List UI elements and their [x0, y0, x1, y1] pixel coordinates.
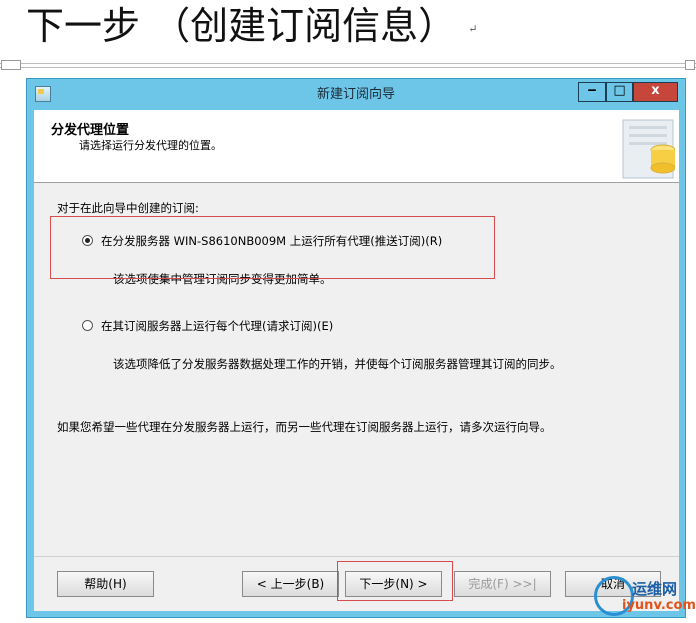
intro-text: 对于在此向导中创建的订阅:	[57, 201, 199, 215]
document-heading-text: 下一步 （创建订阅信息）	[26, 4, 457, 48]
wizard-client-area: 分发代理位置 请选择运行分发代理的位置。 对于在此向导中创建的订阅: 在分发服务…	[34, 110, 679, 611]
back-button[interactable]: < 上一步(B)	[242, 571, 339, 597]
watermark-name: 运维网	[632, 580, 678, 598]
highlight-box-option	[50, 216, 495, 279]
radio-pull-label: 在其订阅服务器上运行每个代理(请求订阅)(E)	[101, 319, 334, 333]
return-mark-icon: ↵	[468, 22, 478, 36]
pull-description: 该选项降低了分发服务器数据处理工作的开销，并使每个订阅服务器管理其订阅的同步。	[113, 357, 562, 371]
footer-divider	[34, 556, 679, 557]
page-title: 分发代理位置	[51, 123, 130, 138]
radio-pull-subscription[interactable]: 在其订阅服务器上运行每个代理(请求订阅)(E)	[82, 318, 333, 334]
document-divider	[0, 63, 696, 64]
help-button[interactable]: 帮助(H)	[57, 571, 154, 597]
wizard-header: 分发代理位置 请选择运行分发代理的位置。	[34, 110, 679, 183]
close-button[interactable]: x	[633, 82, 678, 102]
title-bar[interactable]: 新建订阅向导 ‒ □ x	[27, 79, 685, 110]
site-watermark: 运维网 iyunv.com	[592, 574, 696, 623]
close-icon: x	[651, 83, 660, 98]
multiple-run-note: 如果您希望一些代理在分发服务器上运行，而另一些代理在订阅服务器上运行，请多次运行…	[57, 420, 552, 434]
page-subtitle: 请选择运行分发代理的位置。	[79, 139, 222, 152]
finish-button: 完成(F) >>|	[454, 571, 551, 597]
minimize-button[interactable]: ‒	[578, 82, 606, 102]
wizard-window: 新建订阅向导 ‒ □ x 分发代理位置 请选择运行分发代理的位置。 对于在此向导…	[26, 78, 686, 618]
document-heading: 下一步 （创建订阅信息） ↵	[26, 2, 477, 54]
radio-unselected-icon[interactable]	[82, 320, 93, 331]
maximize-icon: □	[613, 83, 626, 98]
table-handle-icon	[1, 60, 21, 70]
maximize-button[interactable]: □	[606, 82, 633, 102]
document-divider-2	[0, 67, 696, 68]
table-handle-right-icon	[685, 60, 695, 70]
highlight-box-next	[337, 561, 453, 601]
minimize-icon: ‒	[587, 83, 597, 98]
watermark-url: iyunv.com	[622, 598, 696, 613]
database-graphic-icon	[622, 119, 675, 179]
